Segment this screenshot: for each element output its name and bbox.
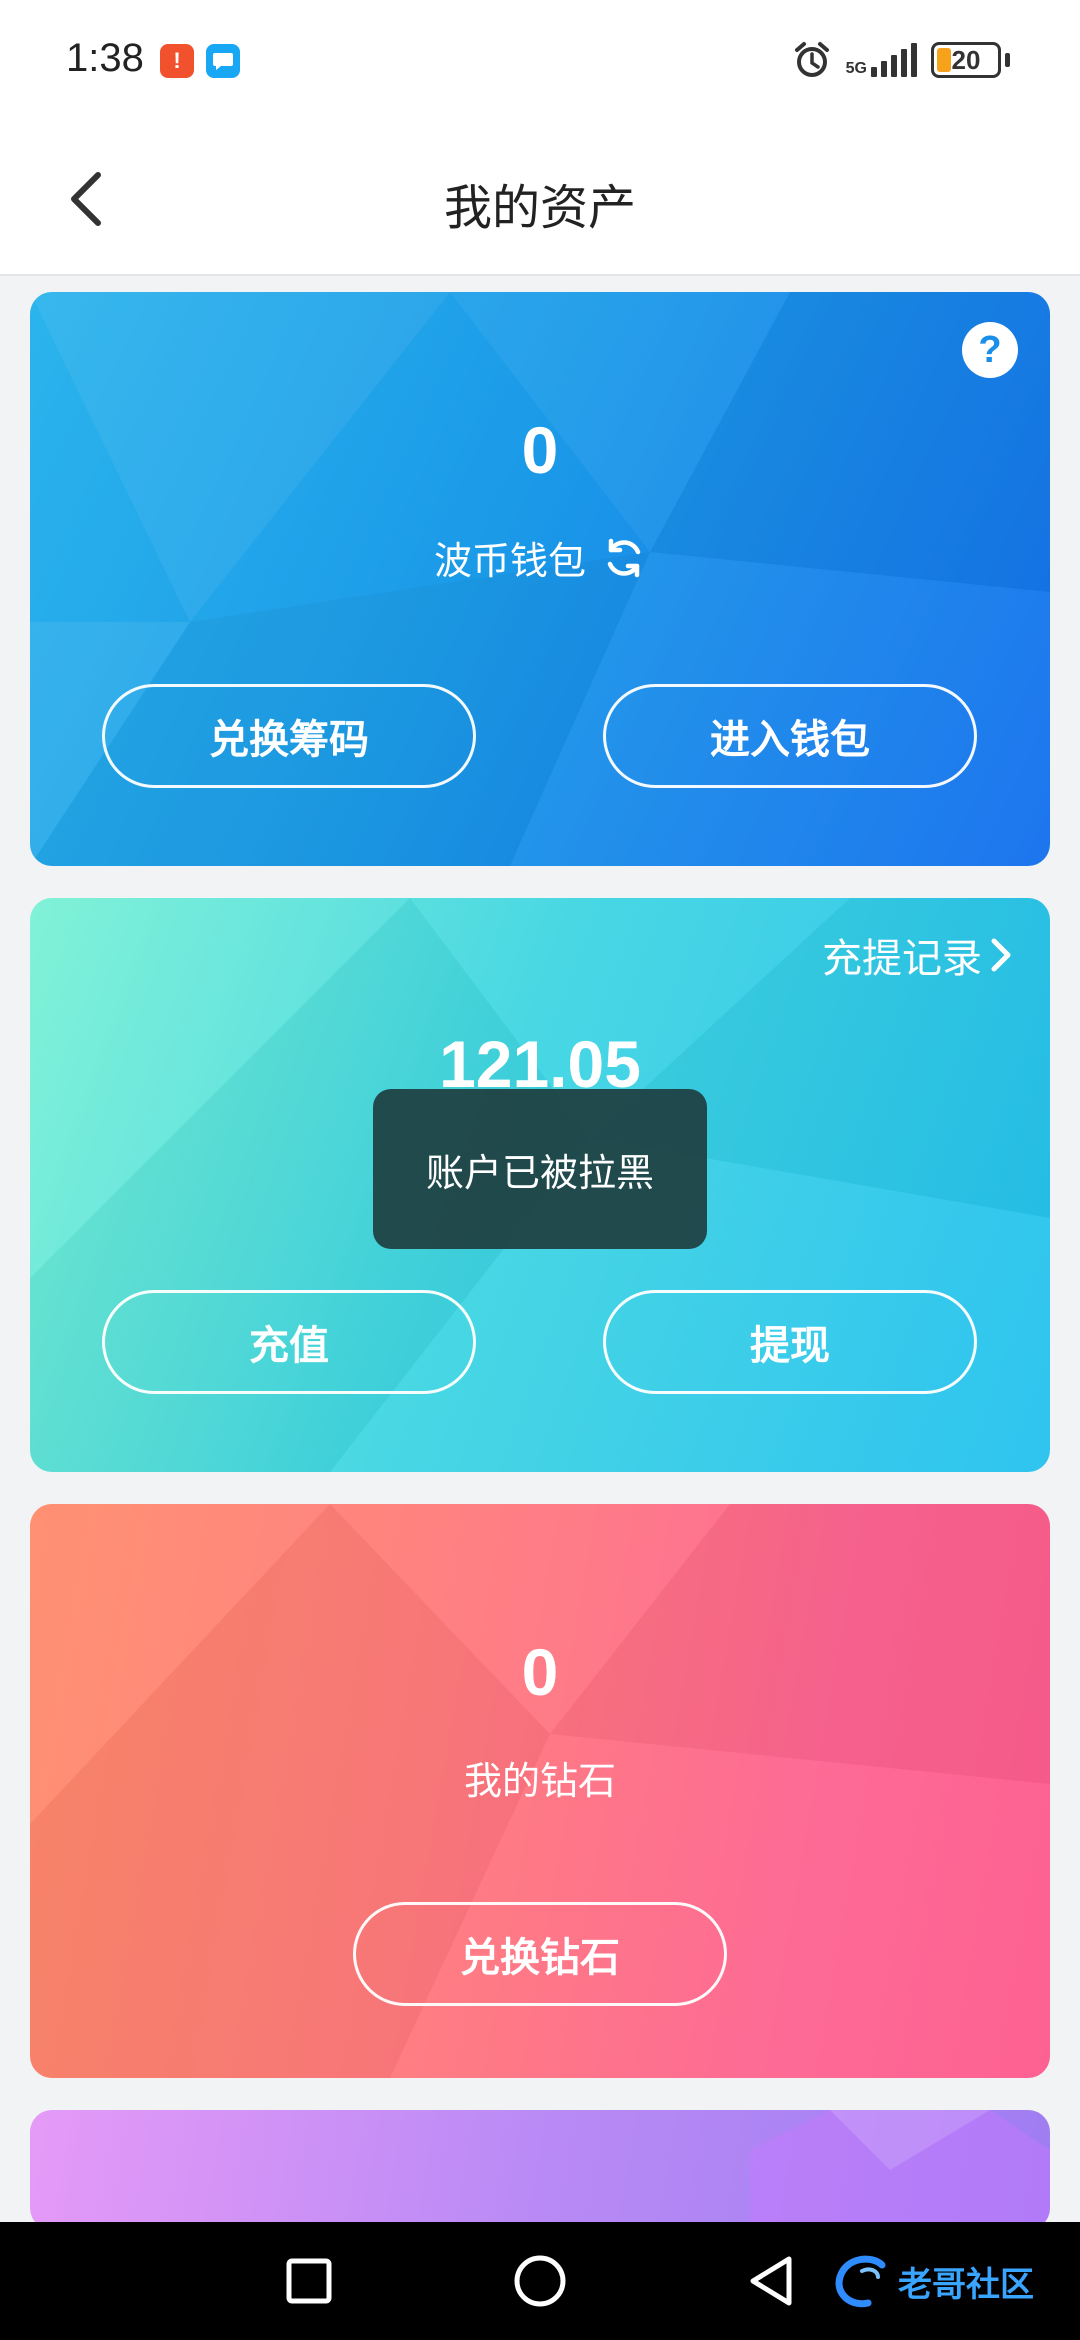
- deposit-withdraw-records-link[interactable]: 充提记录: [822, 926, 1014, 984]
- withdraw-button[interactable]: 提现: [603, 1290, 977, 1394]
- battery-icon: 20: [931, 42, 1001, 78]
- diamond-label: 我的钻石: [463, 1759, 616, 1803]
- alarm-icon: [794, 42, 829, 77]
- wallet-label-row: 波币钱包: [30, 530, 1050, 585]
- watermark-text: 老哥社区: [898, 2264, 1034, 2305]
- page-header: 我的资产: [0, 120, 1080, 276]
- system-nav-bar: 老哥社区: [0, 2222, 1080, 2340]
- enter-wallet-button[interactable]: 进入钱包: [603, 684, 977, 788]
- home-button[interactable]: [509, 2250, 571, 2312]
- battery-level: 20: [951, 44, 981, 75]
- back-nav-button[interactable]: [740, 2250, 802, 2312]
- purple-card: [30, 2110, 1050, 2230]
- records-link-label: 充提记录: [822, 936, 982, 982]
- watermark-logo-icon: [835, 2255, 886, 2308]
- watermark: 老哥社区: [832, 2236, 1062, 2326]
- chevron-right-icon: [991, 938, 1011, 972]
- wallet-amount: 0: [521, 413, 559, 487]
- triangle-back-icon: [750, 2256, 792, 2306]
- wallet-label: 波币钱包: [433, 539, 586, 583]
- exchange-diamond-button[interactable]: 兑换钻石: [353, 1902, 727, 2006]
- deposit-button[interactable]: 充值: [102, 1290, 476, 1394]
- message-app-icon: [206, 44, 240, 78]
- page-title: 我的资产: [443, 180, 636, 236]
- diamond-card: 0 我的钻石 兑换钻石: [30, 1504, 1050, 2078]
- circle-icon: [514, 2255, 566, 2307]
- toast-message: 账户已被拉黑: [373, 1089, 707, 1249]
- network-indicator: 5G: [846, 43, 917, 77]
- battery-tip: [1005, 53, 1010, 67]
- help-icon[interactable]: ?: [962, 322, 1018, 378]
- diamond-amount: 0: [521, 1635, 559, 1709]
- status-bar: 1:38 ! 5G 20: [0, 0, 1080, 120]
- signal-icon: [871, 43, 917, 77]
- status-indicators: 5G 20: [792, 40, 1010, 80]
- square-icon: [286, 2258, 332, 2304]
- notification-app-icon: !: [160, 44, 194, 78]
- network-type: 5G: [845, 60, 867, 77]
- refresh-icon[interactable]: [602, 536, 646, 580]
- wallet-card: ? 0 波币钱包 兑换筹码 进入钱包: [30, 292, 1050, 866]
- gem-icon: [750, 2110, 1050, 2230]
- status-time: 1:38: [66, 36, 144, 80]
- recent-apps-button[interactable]: [278, 2250, 340, 2312]
- exchange-chips-button[interactable]: 兑换筹码: [102, 684, 476, 788]
